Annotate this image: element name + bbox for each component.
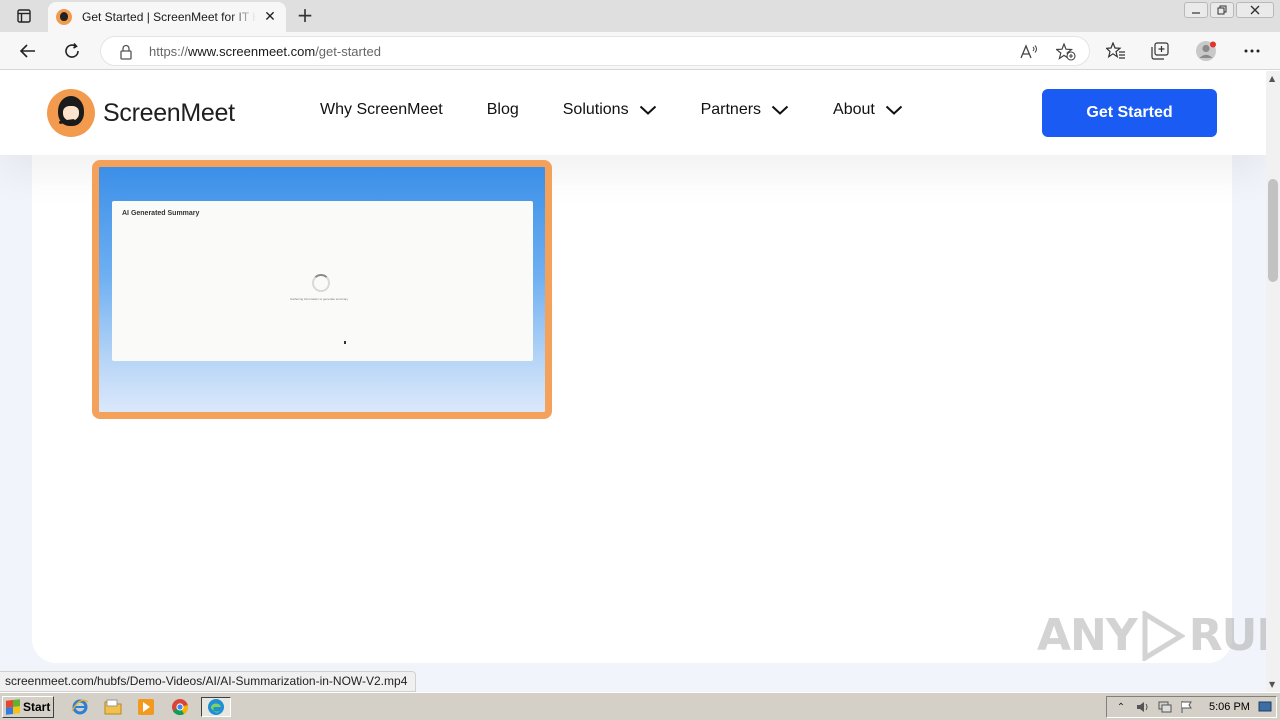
start-label: Start: [23, 700, 51, 714]
chevron-down-icon: [771, 105, 789, 115]
tab-actions-icon: [17, 9, 31, 23]
chevron-down-icon: [639, 105, 656, 115]
address-bar[interactable]: https://www.screenmeet.com/get-started: [100, 36, 1090, 66]
read-aloud-icon[interactable]: [1019, 42, 1039, 62]
watermark-right: RUN: [1188, 610, 1266, 661]
refresh-button[interactable]: [58, 37, 86, 65]
watermark-left: ANY: [1037, 610, 1138, 661]
settings-menu-button[interactable]: [1241, 40, 1263, 62]
nav-item-about[interactable]: About: [833, 101, 903, 119]
action-center-flag-icon[interactable]: [1179, 699, 1195, 715]
cursor-icon: [344, 341, 346, 344]
tab-actions-button[interactable]: [8, 6, 40, 26]
windows-taskbar: Start ⌃ 5:06 PM: [0, 692, 1280, 720]
nav-label: Why ScreenMeet: [320, 101, 443, 118]
scrollbar-thumb[interactable]: [1268, 179, 1278, 282]
edge-icon: [208, 699, 224, 715]
video-panel-title: AI Generated Summary: [122, 210, 200, 217]
url-prefix: https://: [149, 44, 189, 59]
nav-label: About: [833, 101, 875, 118]
browser-tab-active[interactable]: Get Started | ScreenMeet for IT Help Des…: [48, 2, 286, 32]
loading-spinner-icon: [312, 274, 330, 292]
profile-icon: [1196, 41, 1216, 61]
media-player-icon[interactable]: [135, 697, 157, 717]
show-hidden-icons-icon[interactable]: ⌃: [1113, 699, 1129, 715]
windows-logo-icon: [6, 699, 20, 715]
show-desktop-icon[interactable]: [1257, 699, 1273, 715]
tab-title: Get Started | ScreenMeet for IT Help Des…: [82, 10, 256, 24]
more-dots-icon: [1244, 49, 1260, 53]
lock-icon[interactable]: [119, 44, 133, 64]
tab-strip: Get Started | ScreenMeet for IT Help Des…: [0, 0, 1280, 32]
nav-item-why-screenmeet[interactable]: Why ScreenMeet: [320, 101, 443, 119]
collections-icon[interactable]: [1149, 40, 1171, 62]
url-path: /get-started: [315, 44, 381, 59]
start-button[interactable]: Start: [2, 696, 54, 718]
back-arrow-icon: [19, 44, 35, 58]
main-nav: Why ScreenMeet Blog Solutions Partners A…: [320, 101, 947, 119]
nav-label: Solutions: [562, 101, 629, 118]
back-button[interactable]: [14, 37, 42, 65]
logo-text: ScreenMeet: [103, 98, 235, 127]
volume-icon[interactable]: [1135, 699, 1151, 715]
nav-label: Blog: [486, 101, 519, 118]
file-explorer-icon[interactable]: [102, 697, 124, 717]
restore-button[interactable]: [1210, 2, 1234, 18]
scroll-up-icon[interactable]: ▲: [1269, 74, 1275, 83]
page-viewport: ScreenMeet Why ScreenMeet Blog Solutions…: [0, 71, 1266, 692]
favorites-icon[interactable]: [1105, 40, 1127, 62]
url-text[interactable]: https://www.screenmeet.com/get-started: [149, 44, 381, 59]
demo-video-player[interactable]: AI Generated Summary Gathering informati…: [92, 160, 552, 419]
nav-label: Partners: [700, 101, 762, 118]
network-icon[interactable]: [1157, 699, 1173, 715]
close-icon: [1250, 5, 1260, 15]
play-triangle-icon: [1142, 610, 1185, 661]
link-status-tooltip: screenmeet.com/hubfs/Demo-Videos/AI/AI-S…: [0, 671, 417, 692]
refresh-icon: [65, 42, 79, 58]
minimize-button[interactable]: [1184, 2, 1208, 18]
system-tray: ⌃ 5:06 PM: [1106, 696, 1277, 718]
url-domain: www.screenmeet.com: [188, 44, 316, 59]
add-favorite-icon[interactable]: [1056, 42, 1076, 62]
anyrun-watermark: ANY RUN: [1037, 610, 1266, 661]
video-status-text: Gathering information to generate summar…: [290, 297, 349, 301]
close-window-button[interactable]: [1236, 2, 1274, 18]
nav-item-blog[interactable]: Blog: [487, 101, 519, 119]
restore-icon: [1217, 5, 1227, 15]
chevron-down-icon: [885, 105, 903, 115]
site-header: ScreenMeet Why ScreenMeet Blog Solutions…: [0, 71, 1266, 155]
minimize-icon: [1192, 12, 1200, 14]
new-tab-button[interactable]: +: [294, 5, 316, 27]
screenmeet-favicon-icon: [56, 9, 72, 25]
page-scrollbar[interactable]: ▲ ▼: [1266, 71, 1280, 692]
get-started-button[interactable]: Get Started: [1042, 89, 1217, 137]
scroll-down-icon[interactable]: ▼: [1269, 680, 1275, 689]
video-frame-content: AI Generated Summary Gathering informati…: [112, 201, 533, 361]
internet-explorer-icon[interactable]: [69, 697, 91, 717]
nav-item-solutions[interactable]: Solutions: [563, 101, 657, 119]
edge-taskbar-button[interactable]: [201, 697, 231, 717]
profile-avatar[interactable]: [1195, 40, 1217, 62]
screenmeet-logo[interactable]: ScreenMeet: [47, 89, 235, 137]
taskbar-clock[interactable]: 5:06 PM: [1209, 701, 1250, 713]
chrome-icon[interactable]: [169, 697, 191, 717]
tab-close-icon[interactable]: ✕: [262, 9, 278, 25]
logo-mark-icon: [47, 89, 95, 137]
browser-toolbar: https://www.screenmeet.com/get-started: [0, 32, 1280, 70]
nav-item-partners[interactable]: Partners: [701, 101, 789, 119]
window-controls: [1184, 2, 1274, 18]
